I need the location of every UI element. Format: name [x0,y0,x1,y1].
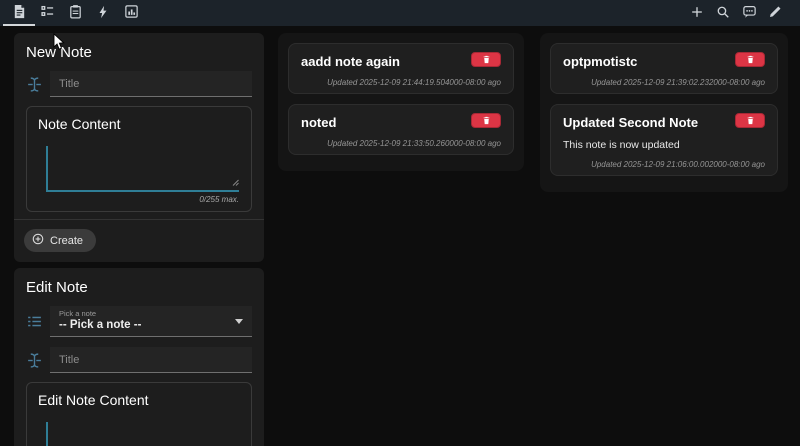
delete-note-button[interactable] [735,52,765,67]
trash-icon [746,113,755,128]
comment-icon [742,4,757,22]
note-title: noted [301,115,337,130]
note-body: This note is now updated [563,139,680,151]
edit-note-content-box: Edit Note Content [26,382,252,446]
new-note-content-box: Note Content 0/255 max. [26,106,252,212]
pencil-icon [768,5,782,22]
edit-note-content-textarea[interactable] [46,422,239,446]
edit-button[interactable] [762,0,788,26]
clipboard-icon [68,4,83,22]
trash-icon [746,52,755,67]
note-updated-timestamp: Updated 2025-12-09 21:39:02.232000-08:00… [591,78,765,87]
edit-note-content-label: Edit Note Content [38,392,149,408]
cursor-text-icon [26,352,43,369]
pick-note-select-value: -- Pick a note -- [59,319,142,331]
note-updated-timestamp: Updated 2025-12-09 21:33:50.260000-08:00… [327,139,501,148]
delete-note-button[interactable] [735,113,765,128]
notes-column: optpmotistc Updated 2025-12-09 21:39:02.… [540,33,788,192]
pick-note-select-label: Pick a note [59,309,97,318]
new-note-heading: New Note [26,44,92,61]
note-card: Updated Second Note This note is now upd… [550,104,778,176]
comments-button[interactable] [736,0,762,26]
note-title: Updated Second Note [563,115,699,130]
create-button[interactable]: Create [24,229,97,252]
delete-note-button[interactable] [471,52,501,67]
cursor-text-icon [26,76,43,93]
bar-chart-icon [124,4,139,22]
char-counter: 0/255 max. [199,195,239,204]
edit-note-title-input[interactable] [50,347,252,373]
trash-icon [482,52,491,67]
notes-app: New Note Note Content 0/255 max. [0,0,800,446]
caret-down-icon [235,319,243,324]
pick-note-select[interactable]: Pick a note -- Pick a note -- [50,306,252,337]
edit-note-heading: Edit Note [26,279,88,296]
note-updated-timestamp: Updated 2025-12-09 21:06:00.002000-08:00… [591,160,765,169]
plus-icon [690,5,704,22]
tab-stats[interactable] [117,0,145,26]
resize-handle-icon[interactable] [232,173,239,191]
tab-clipboard[interactable] [61,0,89,26]
plus-circle-icon [32,233,44,248]
edit-note-title-row [14,347,264,373]
new-note-title-row [14,71,264,97]
search-button[interactable] [710,0,736,26]
top-toolbar [0,0,800,26]
note-title: aadd note again [301,54,400,69]
add-button[interactable] [684,0,710,26]
new-note-panel: New Note Note Content 0/255 max. [14,33,264,262]
note-updated-timestamp: Updated 2025-12-09 21:44:19.504000-08:00… [327,78,501,87]
edit-note-select-row: Pick a note -- Pick a note -- [14,306,264,337]
tab-checklist[interactable] [33,0,61,26]
note-title: optpmotistc [563,54,638,69]
note-card: aadd note again Updated 2025-12-09 21:44… [288,43,514,94]
new-note-footer: Create [14,220,264,261]
notes-column: aadd note again Updated 2025-12-09 21:44… [278,33,524,171]
lightning-icon [96,5,110,22]
note-card: noted Updated 2025-12-09 21:33:50.260000… [288,104,514,155]
tab-actions[interactable] [89,0,117,26]
new-note-content-textarea[interactable] [46,146,239,192]
delete-note-button[interactable] [471,113,501,128]
trash-icon [482,113,491,128]
note-card: optpmotistc Updated 2025-12-09 21:39:02.… [550,43,778,94]
new-note-title-input[interactable] [50,71,252,97]
search-icon [716,5,730,22]
edit-note-panel: Edit Note Pick a note -- Pick a note -- … [14,268,264,446]
list-icon [26,313,43,330]
tab-notes[interactable] [3,0,35,26]
note-content-label: Note Content [38,116,121,132]
checklist-icon [40,4,55,22]
file-text-icon [12,4,27,22]
create-button-label: Create [50,234,84,247]
